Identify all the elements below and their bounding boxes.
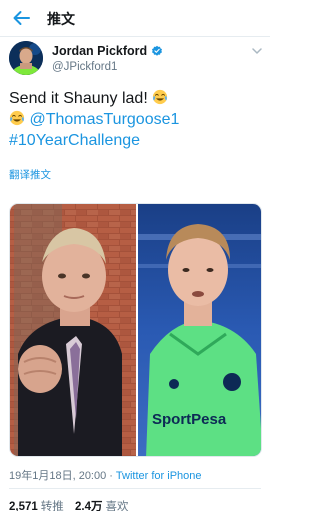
author-handle[interactable]: @JPickford1	[52, 61, 117, 73]
photo-collage-image: SportPesa	[10, 204, 261, 456]
verified-badge-icon	[152, 45, 163, 56]
likes-stat[interactable]: 2.4万 喜欢	[75, 501, 129, 511]
likes-count: 2.4万	[74, 501, 103, 511]
author-name: Jordan Pickford	[52, 44, 148, 58]
tweet-meta: 19年1月18日, 20:00 · Twitter for iPhone	[9, 467, 202, 483]
retweets-count: 2,571	[9, 501, 38, 511]
hashtag-link[interactable]: #10YearChallenge	[9, 132, 140, 149]
top-bar: 推文	[0, 0, 270, 37]
chevron-down-icon[interactable]	[250, 44, 264, 58]
retweets-label: 转推	[40, 501, 64, 511]
tweet-header: Jordan Pickford @JPickford1	[0, 40, 270, 82]
tweet-line-3: #10YearChallenge	[9, 130, 265, 151]
translate-tweet-link[interactable]: 翻译推文	[9, 167, 51, 182]
face-with-tears-of-joy-emoji	[9, 110, 25, 126]
divider	[9, 488, 261, 489]
mention-link[interactable]: @ThomasTurgoose1	[29, 111, 179, 128]
tweet-photo[interactable]: SportPesa	[9, 203, 262, 457]
shirt-sponsor-text: SportPesa	[152, 411, 227, 428]
avatar[interactable]	[9, 41, 43, 75]
meta-separator: ·	[109, 470, 113, 482]
tweet-stats: 2,571 转推 2.4万 喜欢	[9, 498, 136, 511]
tweet-text-part: Send it Shauny lad!	[9, 90, 153, 107]
retweets-stat[interactable]: 2,571 转推	[9, 501, 64, 511]
page-title: 推文	[47, 11, 75, 27]
author-name-row[interactable]: Jordan Pickford	[52, 44, 163, 58]
tweet-source-link[interactable]: Twitter for iPhone	[116, 470, 202, 482]
tweet-timestamp: 19年1月18日, 20:00	[9, 470, 107, 482]
tweet-text: Send it Shauny lad! @ThomasTurgoose1 #10…	[9, 88, 265, 151]
face-with-tears-of-joy-emoji	[153, 89, 168, 105]
likes-label: 喜欢	[105, 501, 129, 511]
tweet-line-1: Send it Shauny lad!	[9, 88, 265, 109]
back-arrow-icon	[13, 11, 30, 25]
back-button[interactable]	[8, 6, 34, 30]
tweet-line-2: @ThomasTurgoose1	[9, 109, 265, 130]
avatar-image	[9, 41, 43, 75]
